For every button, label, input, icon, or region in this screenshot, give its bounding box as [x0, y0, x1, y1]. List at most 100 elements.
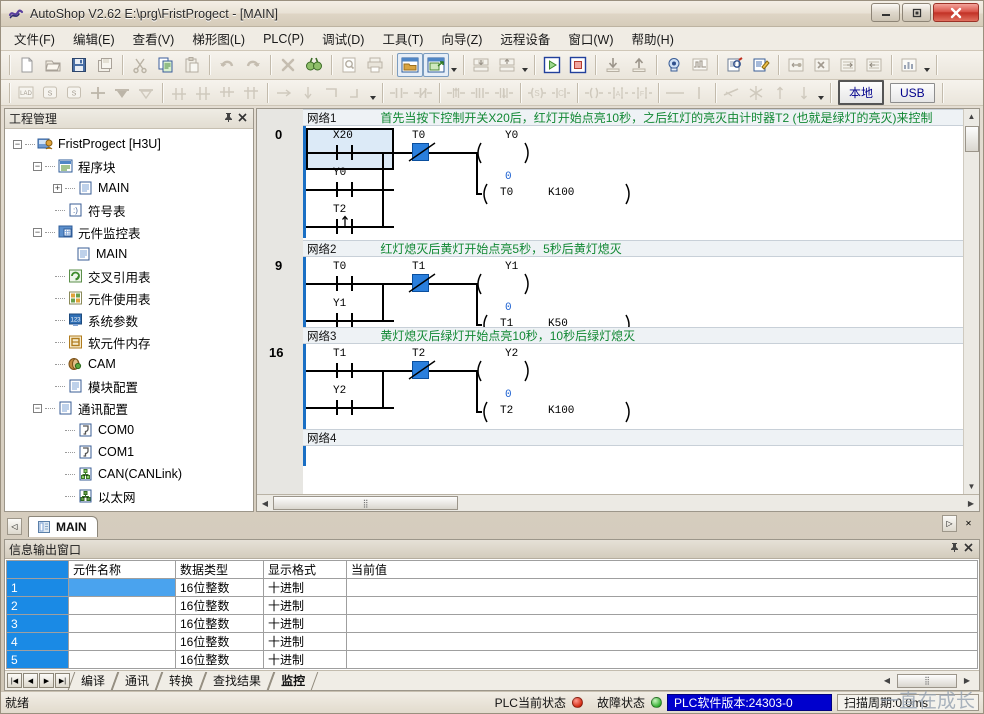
connection-usb-button[interactable]: USB [890, 82, 935, 103]
cell-current-value[interactable] [346, 578, 978, 597]
cut-icon[interactable] [127, 53, 153, 77]
move-up-icon[interactable] [768, 82, 792, 104]
scroll-left-arrow[interactable]: ◀ [879, 673, 895, 688]
save-icon[interactable] [66, 53, 92, 77]
draw-horizontal-icon[interactable] [663, 82, 687, 104]
contact-falling-icon[interactable] [492, 82, 516, 104]
ladder-vertical-scrollbar[interactable]: ▲ ▼ [963, 109, 979, 494]
menu-ladder[interactable]: 梯形图(L) [183, 26, 254, 51]
cell-device-name[interactable] [68, 596, 176, 615]
cell-current-value[interactable] [346, 614, 978, 633]
function-instruction-icon[interactable]: F [630, 82, 654, 104]
counter-coil-icon[interactable]: C [549, 82, 573, 104]
save-all-icon[interactable] [92, 53, 118, 77]
tree-node-device-memory[interactable]: 软元件内存 [9, 331, 253, 353]
tree-node-root[interactable]: − FristProgect [H3U] [9, 133, 253, 155]
open-project-icon[interactable] [397, 53, 423, 77]
tree-node-module-config[interactable]: 模块配置 [9, 375, 253, 397]
line-dropdown-arrow[interactable] [368, 82, 378, 104]
row-index[interactable]: 4 [6, 632, 69, 651]
cell-display-format[interactable]: 十进制 [263, 578, 347, 597]
upload-plc-icon[interactable] [626, 53, 652, 77]
menu-debug[interactable]: 调试(D) [313, 26, 373, 51]
cell-display-format[interactable]: 十进制 [263, 614, 347, 633]
project-tree[interactable]: − FristProgect [H3U] − 程序块 + MAIN:) 符号表… [5, 129, 253, 511]
table-row[interactable]: 4 16位整数 十进制 [6, 632, 978, 651]
output-scroll-thumb[interactable]: ⣿ [897, 673, 957, 688]
menu-tools[interactable]: 工具(T) [373, 26, 432, 51]
draw-vertical-icon[interactable] [687, 82, 711, 104]
row-index[interactable]: 2 [6, 596, 69, 615]
device-monitor-grid[interactable]: 元件名称 数据类型 显示格式 当前值 1 16位整数 十进制 2 16位整数 十… [5, 559, 979, 670]
tree-toggle[interactable]: − [33, 227, 42, 237]
cell-current-value[interactable] [346, 650, 978, 669]
vertical-scroll-th[interactable] [964, 126, 979, 152]
find-icon[interactable] [301, 53, 327, 77]
copy-icon[interactable] [153, 53, 179, 77]
tree-node-program-block[interactable]: − 程序块 [9, 155, 253, 177]
horizontal-line-icon[interactable] [272, 82, 296, 104]
close-icon[interactable] [961, 542, 975, 556]
pin-icon[interactable] [221, 112, 235, 126]
tree-node-cross-reference[interactable]: 交叉引用表 [9, 265, 253, 287]
menu-wizard[interactable]: 向导(Z) [432, 26, 491, 51]
cell-display-format[interactable]: 十进制 [263, 632, 347, 651]
element-dropdown-arrow[interactable] [816, 82, 826, 104]
vertical-line-icon[interactable] [296, 82, 320, 104]
tree-node-can[interactable]: CAN(CANLink) [9, 463, 253, 485]
redo-icon[interactable] [240, 53, 266, 77]
branch-down-left-icon[interactable] [215, 82, 239, 104]
tree-toggle[interactable]: − [33, 161, 42, 171]
cell-data-type[interactable]: 16位整数 [175, 650, 264, 669]
ladder-horizontal-scrollbar[interactable]: ◀ ⣿ ▶ [257, 494, 979, 511]
download-block-icon[interactable] [468, 53, 494, 77]
chart-dropdown-arrow[interactable] [922, 54, 932, 76]
table-row[interactable]: 2 16位整数 十进制 [6, 596, 978, 615]
nav-prev-button[interactable]: ◀ [23, 673, 38, 688]
tree-node-program-main[interactable]: + MAIN [9, 177, 253, 199]
open-file-icon[interactable] [40, 53, 66, 77]
waveform-icon[interactable] [687, 53, 713, 77]
cell-device-name[interactable] [68, 632, 176, 651]
paste-icon[interactable] [179, 53, 205, 77]
close-icon[interactable] [235, 112, 249, 126]
branch-double-up-icon[interactable] [191, 82, 215, 104]
nav-last-button[interactable]: ▶| [55, 673, 70, 688]
branch-up-right-icon[interactable] [167, 82, 191, 104]
contact-rising-icon[interactable] [444, 82, 468, 104]
column-header-type[interactable]: 数据类型 [175, 560, 264, 579]
corner-down-icon[interactable] [320, 82, 344, 104]
find-replace-icon[interactable] [722, 53, 748, 77]
cell-display-format[interactable]: 十进制 [263, 650, 347, 669]
cell-data-type[interactable]: 16位整数 [175, 578, 264, 597]
lad-mode-icon[interactable]: LAD [14, 82, 38, 104]
table-row[interactable]: 3 16位整数 十进制 [6, 614, 978, 633]
cell-data-type[interactable]: 16位整数 [175, 596, 264, 615]
menu-edit[interactable]: 编辑(E) [64, 26, 124, 51]
menu-view[interactable]: 查看(V) [124, 26, 184, 51]
scroll-right-arrow[interactable]: ▶ [959, 673, 975, 688]
row-index[interactable]: 1 [6, 578, 69, 597]
row-index[interactable]: 5 [6, 650, 69, 669]
download-plc-icon[interactable] [600, 53, 626, 77]
tree-node-cam[interactable]: CAM [9, 353, 253, 375]
contact-nc-icon[interactable] [411, 82, 435, 104]
application-instruction-icon[interactable]: A [606, 82, 630, 104]
transfer-dropdown-arrow[interactable] [520, 54, 530, 76]
delete-icon[interactable] [275, 53, 301, 77]
nav-next-button[interactable]: ▶ [39, 673, 54, 688]
delete-vertical-icon[interactable] [744, 82, 768, 104]
nav-first-button[interactable]: |◀ [7, 673, 22, 688]
print-icon[interactable] [362, 53, 388, 77]
tree-node-symbol-table[interactable]: :) 符号表 [9, 199, 253, 221]
tab-main[interactable]: MAIN [28, 516, 98, 537]
cell-device-name[interactable] [68, 614, 176, 633]
column-header-index[interactable] [6, 560, 69, 579]
edit-comment-icon[interactable] [748, 53, 774, 77]
output-coil-icon[interactable] [582, 82, 606, 104]
scroll-up-arrow[interactable]: ▲ [964, 109, 980, 124]
cell-device-name[interactable] [68, 578, 176, 597]
delete-horizontal-icon[interactable] [720, 82, 744, 104]
upload-block-icon[interactable] [494, 53, 520, 77]
branch-down-filled-icon[interactable] [110, 82, 134, 104]
